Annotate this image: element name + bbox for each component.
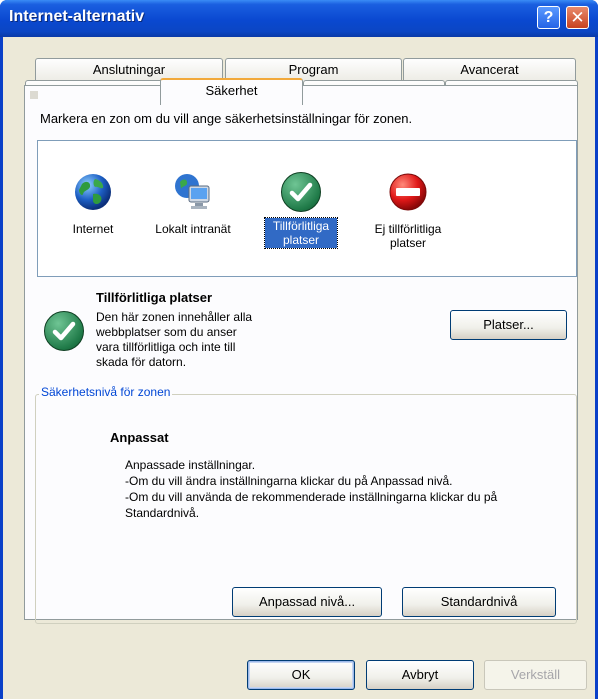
help-button[interactable]: ? [537,6,560,29]
window-title: Internet-alternativ [9,8,145,25]
close-button[interactable]: ✕ [566,6,589,29]
ok-button[interactable]: OK [247,660,355,690]
level-line: -Om du vill ändra inställningarna klicka… [125,474,453,488]
apply-button[interactable]: Verkställ [484,660,587,690]
globe-icon [75,174,111,210]
default-level-button[interactable]: Standardnivå [402,587,556,617]
custom-level-button-label: Anpassad nivå... [258,594,356,609]
ok-button-label: OK [291,667,311,682]
focus-marker [30,91,38,99]
zone-label-restricted-sites: Ej tillförlitliga platser [374,222,442,250]
zone-label-local-intranet: Lokalt intranät [155,222,231,236]
tab-sakerhet[interactable]: Säkerhet [160,78,303,105]
apply-button-label: Verkställ [510,667,561,682]
trusted-sites-icon [44,311,84,351]
level-line: -Om du vill använda de rekommenderade in… [125,490,498,520]
zone-local-intranet[interactable]: Lokalt intranät [138,172,248,237]
title-bar[interactable]: Internet-alternativ ? ✕ [0,0,598,37]
cancel-button[interactable]: Avbryt [366,660,474,690]
zone-instruction: Markera en zon om du vill ange säkerhets… [40,111,413,126]
cancel-button-label: Avbryt [401,667,439,682]
security-level-legend: Säkerhetsnivå för zonen [39,385,173,399]
zone-trusted-sites[interactable]: Tillförlitliga platser [260,172,342,249]
level-line: Anpassade inställningar. [125,458,256,472]
network-computer-icon [175,174,210,209]
level-title: Anpassat [110,430,169,445]
restricted-icon [389,173,427,211]
zone-internet[interactable]: Internet [58,172,128,237]
custom-level-button[interactable]: Anpassad nivå... [232,587,382,617]
default-level-button-label: Standardnivå [440,594,518,609]
tab-avancerat[interactable]: Avancerat [403,58,576,82]
zone-label-internet: Internet [72,222,114,236]
level-description: Anpassade inställningar. -Om du vill änd… [125,457,545,521]
sites-button-label: Platser... [483,317,534,332]
checkmark-icon [281,172,321,212]
sites-button[interactable]: Platser... [450,310,567,340]
zone-description: Den här zonen innehåller alla webbplatse… [96,310,253,369]
zone-label-trusted-sites: Tillförlitliga platser [264,217,338,249]
zone-restricted-sites[interactable]: Ej tillförlitliga platser [360,172,456,251]
zone-title: Tillförlitliga platser [96,290,213,305]
